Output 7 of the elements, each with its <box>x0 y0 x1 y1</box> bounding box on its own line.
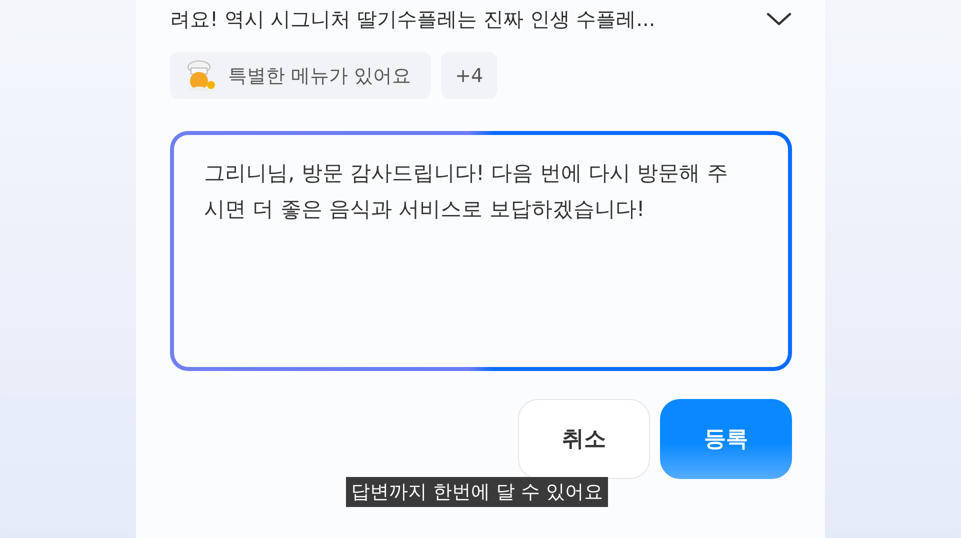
video-subtitle: 답변까지 한번에 달 수 있어요 <box>346 477 608 507</box>
cancel-button[interactable]: 취소 <box>518 399 650 479</box>
more-tags-count: +4 <box>441 52 498 99</box>
submit-button[interactable]: 등록 <box>660 399 792 479</box>
chevron-icon[interactable] <box>766 11 792 27</box>
review-text: 려요! 역시 시그니처 딸기수플레는 진짜 인생 수플레... <box>170 6 656 32</box>
tag-label: 특별한 메뉴가 있어요 <box>228 64 412 88</box>
